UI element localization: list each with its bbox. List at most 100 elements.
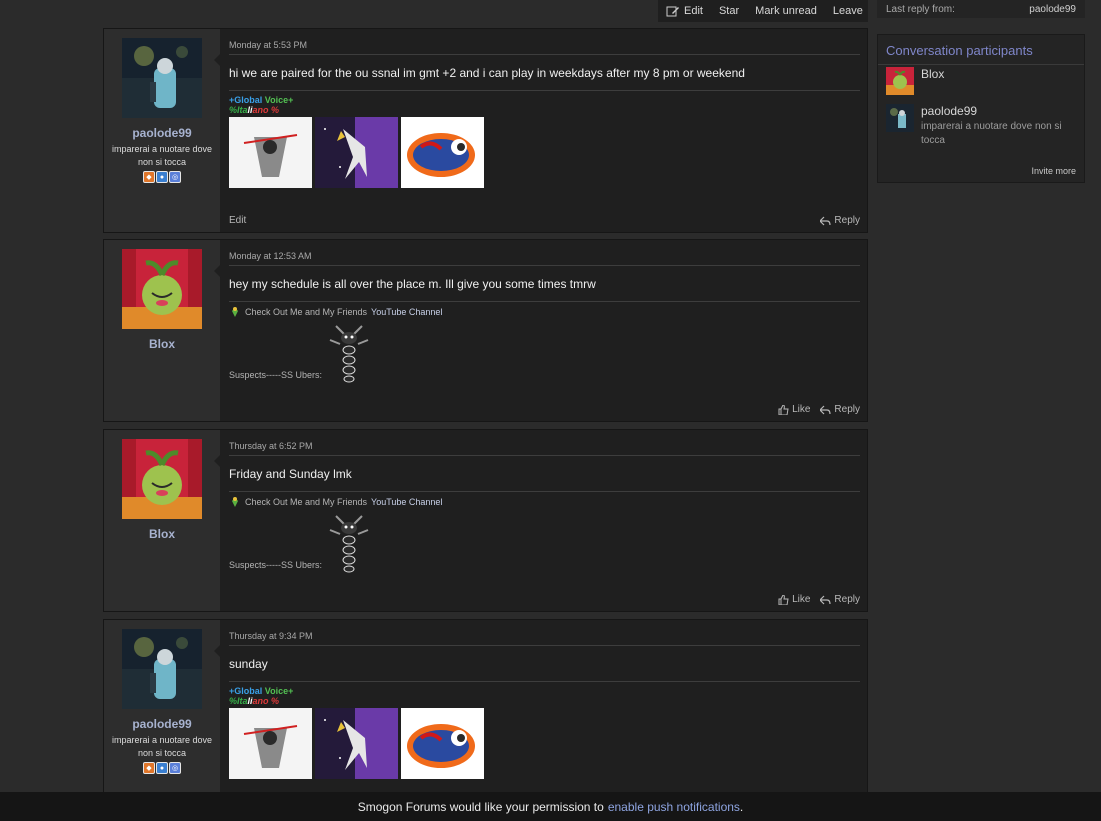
avatar[interactable] (122, 629, 202, 709)
user-badges: ◆ ● ◎ (143, 762, 181, 774)
badge-fire-icon: ◆ (143, 171, 155, 183)
youtube-channel-link[interactable]: YouTube Channel (371, 307, 442, 317)
user-title: imparerai a nuotare dove non si tocca (111, 144, 213, 167)
participant-avatar[interactable] (886, 67, 914, 95)
push-text: Smogon Forums would like your permission… (357, 799, 604, 814)
last-reply-user[interactable]: paolode99 (1029, 4, 1076, 15)
reply-label: Reply (834, 404, 860, 415)
message-date[interactable]: Thursday at 6:52 PM (229, 441, 860, 456)
message-user-cell: Blox (104, 240, 221, 421)
mark-unread-button[interactable]: Mark unread (747, 5, 825, 17)
sig-voice: Voice+ (264, 686, 294, 696)
signature-youtube: Check Out Me and My Friends YouTube Chan… (229, 306, 860, 318)
message-body: Monday at 5:53 PM hi we are paired for t… (220, 29, 869, 232)
signature-youtube: Check Out Me and My Friends YouTube Chan… (229, 496, 860, 508)
participant-name[interactable]: Blox (921, 67, 944, 81)
sig-global: +Global (229, 686, 263, 696)
message-4: paolode99 imparerai a nuotare dove non s… (103, 619, 868, 794)
reply-icon (820, 595, 832, 604)
sprite-icon (329, 325, 369, 383)
leave-button[interactable]: Leave (825, 5, 871, 17)
signature-suspects: Suspects-----SS Ubers: (229, 508, 860, 574)
signature-image-kyoto (229, 708, 312, 779)
edit-button[interactable]: Edit (658, 5, 711, 17)
conversation-toolbar: Edit Star Mark unread Leave (658, 0, 868, 22)
enable-push-link[interactable]: enable push notifications (608, 800, 740, 814)
participant-blox[interactable]: Blox (878, 67, 1084, 95)
sprite-icon (232, 307, 238, 317)
participant-avatar[interactable] (886, 104, 914, 132)
username[interactable]: paolode99 (132, 717, 191, 731)
badge-fire-icon: ◆ (143, 762, 155, 774)
badge-psychic-icon: ◎ (169, 762, 181, 774)
star-button[interactable]: Star (711, 5, 747, 17)
like-label: Like (792, 594, 811, 605)
reply-button[interactable]: Reply (820, 215, 860, 226)
message-text: hey my schedule is all over the place m.… (229, 277, 860, 302)
sig-voice: Voice+ (264, 95, 294, 105)
invite-more-link[interactable]: Invite more (1031, 166, 1076, 176)
user-title: imparerai a nuotare dove non si tocca (111, 735, 213, 758)
avatar[interactable] (122, 38, 202, 118)
message-date[interactable]: Monday at 12:53 AM (229, 251, 860, 266)
sprite-icon (232, 497, 238, 507)
reply-icon (820, 405, 832, 414)
badge-water-icon: ● (156, 171, 168, 183)
signature: +Global Voice+ %Italiano % (229, 95, 860, 188)
message-body: Thursday at 6:52 PM Friday and Sunday lm… (220, 430, 869, 611)
message-user-cell: paolode99 imparerai a nuotare dove non s… (104, 620, 221, 793)
signature-images (229, 117, 860, 188)
sig-youtube-prefix: Check Out Me and My Friends (245, 497, 368, 507)
suspects-label: Suspects-----SS Ubers: (229, 370, 323, 380)
sig-ita: %Ita (229, 696, 248, 706)
message-footer: Like Reply (229, 594, 860, 605)
reply-icon (820, 216, 832, 225)
sig-ano: ano % (252, 696, 280, 706)
message-text: sunday (229, 657, 860, 682)
suspects-label: Suspects-----SS Ubers: (229, 560, 323, 570)
youtube-channel-link[interactable]: YouTube Channel (371, 497, 442, 507)
username[interactable]: paolode99 (132, 126, 191, 140)
like-label: Like (792, 404, 811, 415)
badge-psychic-icon: ◎ (169, 171, 181, 183)
participant-name[interactable]: paolode99 (921, 104, 1076, 118)
username[interactable]: Blox (149, 527, 175, 541)
username[interactable]: Blox (149, 337, 175, 351)
message-date[interactable]: Thursday at 9:34 PM (229, 631, 860, 646)
signature-image-arceus (315, 117, 398, 188)
message-3: Blox Thursday at 6:52 PM Friday and Sund… (103, 429, 868, 612)
avatar[interactable] (122, 439, 202, 519)
signature-image-arceus (315, 708, 398, 779)
message-user-cell: paolode99 imparerai a nuotare dove non s… (104, 29, 221, 232)
message-text: Friday and Sunday lmk (229, 467, 860, 492)
last-reply-label: Last reply from: (886, 3, 955, 15)
thumbs-up-icon (778, 404, 789, 415)
signature-image-filo (401, 708, 484, 779)
sig-ano: ano % (252, 105, 280, 115)
last-reply-info: Last reply from: paolode99 (877, 0, 1085, 18)
signature-image-kyoto (229, 117, 312, 188)
conversation-participants: Conversation participants Blox paolode99… (877, 34, 1085, 183)
star-label: Star (718, 5, 740, 17)
message-date[interactable]: Monday at 5:53 PM (229, 40, 860, 55)
message-1: paolode99 imparerai a nuotare dove non s… (103, 28, 868, 233)
reply-button[interactable]: Reply (820, 594, 860, 605)
like-button[interactable]: Like (778, 404, 810, 415)
mark-unread-label: Mark unread (755, 5, 817, 17)
avatar[interactable] (122, 249, 202, 329)
push-end: . (739, 799, 744, 814)
message-footer: Like Reply (229, 404, 860, 415)
message-body: Thursday at 9:34 PM sunday +Global Voice… (220, 620, 869, 793)
reply-button[interactable]: Reply (820, 404, 860, 415)
like-button[interactable]: Like (778, 594, 810, 605)
message-user-cell: Blox (104, 430, 221, 611)
edit-message-link[interactable]: Edit (229, 215, 246, 226)
edit-label: Edit (684, 5, 703, 17)
leave-label: Leave (832, 5, 863, 17)
sig-youtube-prefix: Check Out Me and My Friends (245, 307, 368, 317)
participant-paolode99[interactable]: paolode99 imparerai a nuotare dove non s… (878, 104, 1084, 148)
thumbs-up-icon (778, 594, 789, 605)
signature-images (229, 708, 860, 779)
message-text: hi we are paired for the ou ssnal im gmt… (229, 66, 860, 91)
edit-icon (666, 6, 679, 17)
